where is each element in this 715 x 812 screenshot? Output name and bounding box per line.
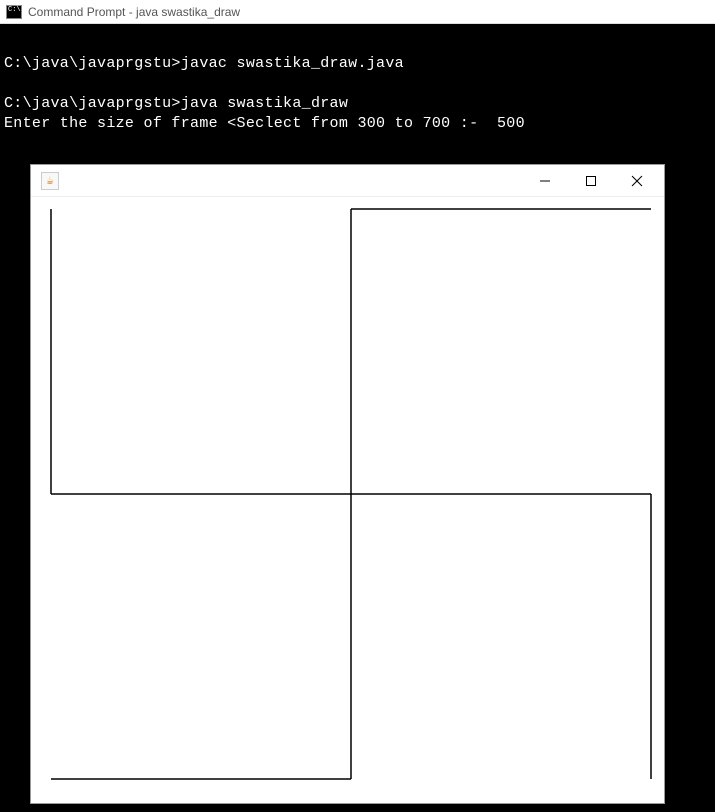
command-prompt-title: Command Prompt - java swastika_draw xyxy=(28,5,240,19)
java-window-titlebar[interactable]: ☕ xyxy=(31,165,664,197)
java-icon: ☕ xyxy=(41,172,59,190)
console-line: Enter the size of frame <Seclect from 30… xyxy=(4,114,711,134)
minimize-button[interactable] xyxy=(522,166,568,196)
console-line: C:\java\javaprgstu>java swastika_draw xyxy=(4,94,711,114)
maximize-button[interactable] xyxy=(568,166,614,196)
window-control-group xyxy=(522,166,660,196)
maximize-icon xyxy=(585,175,597,187)
drawing-canvas xyxy=(31,197,664,803)
swastika-drawing xyxy=(31,197,666,805)
close-icon xyxy=(631,175,643,187)
minimize-icon xyxy=(539,175,551,187)
command-prompt-titlebar: Command Prompt - java swastika_draw xyxy=(0,0,715,24)
close-button[interactable] xyxy=(614,166,660,196)
console-output: C:\java\javaprgstu>javac swastika_draw.j… xyxy=(0,24,715,812)
console-line: C:\java\javaprgstu>javac swastika_draw.j… xyxy=(4,54,711,74)
command-prompt-icon xyxy=(6,5,22,19)
java-swing-window[interactable]: ☕ xyxy=(30,164,665,804)
